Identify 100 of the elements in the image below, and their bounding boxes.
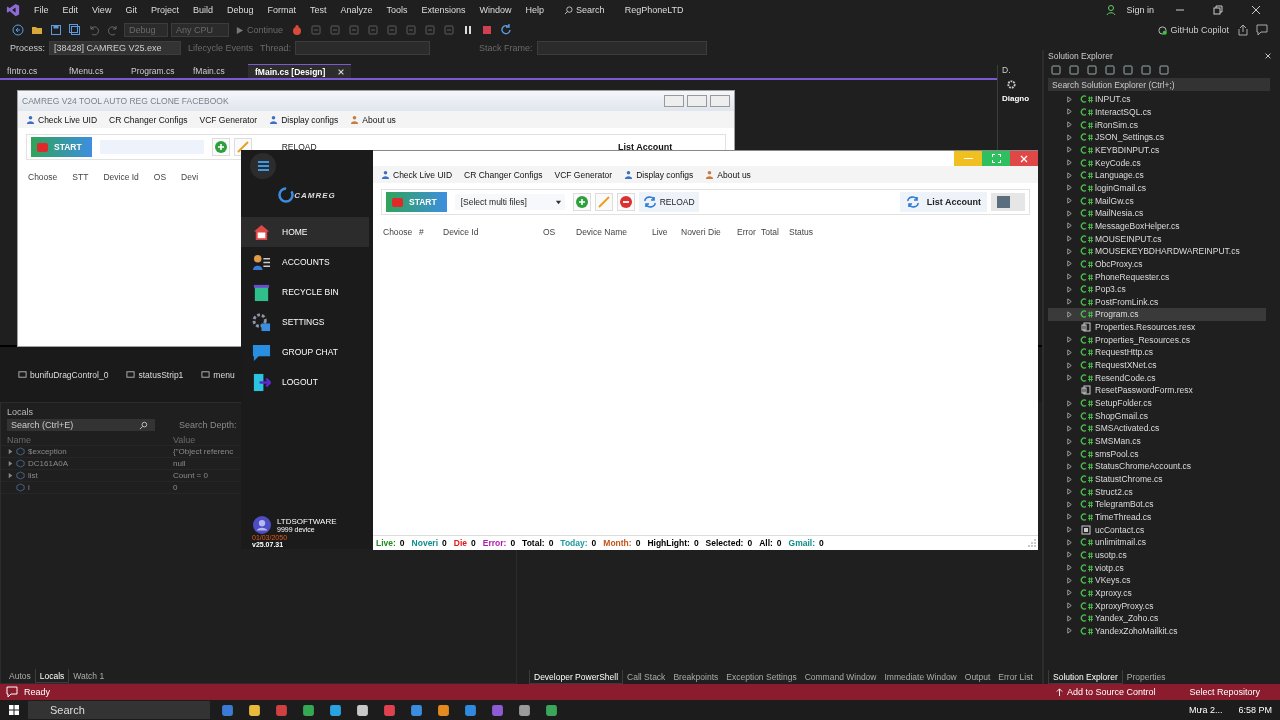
save-all-icon[interactable] [69, 24, 81, 36]
toolbar-tool-icon[interactable] [1050, 64, 1062, 76]
panel-tab[interactable]: Call Stack [623, 670, 670, 684]
file-item[interactable]: viotp.cs [1048, 561, 1266, 574]
file-item[interactable]: INPUT.cs [1048, 93, 1266, 106]
nav-item[interactable]: RECYCLE BIN [241, 277, 369, 307]
close-icon[interactable] [1251, 5, 1261, 15]
taskbar-search-field[interactable]: Search [28, 701, 210, 719]
panel-tab[interactable]: Breakpoints [669, 670, 723, 684]
taskbar-app-icon[interactable] [410, 703, 423, 717]
taskbar-app-icon[interactable] [437, 703, 450, 717]
panel-tab[interactable]: Watch 1 [69, 669, 109, 683]
search-field[interactable]: Search Solution Explorer (Ctrl+;) [1048, 78, 1270, 91]
file-item[interactable]: TelegramBot.cs [1048, 498, 1266, 511]
file-item[interactable]: iRonSim.cs [1048, 118, 1266, 131]
menubar-command[interactable]: Analyze [334, 5, 379, 15]
file-item[interactable]: SMSActivated.cs [1048, 422, 1266, 435]
diagnostics-tab[interactable]: D. [1002, 65, 1011, 75]
taskbar-app-icon[interactable] [518, 703, 531, 717]
file-item[interactable]: MailGw.cs [1048, 194, 1266, 207]
reload-button[interactable]: RELOAD [638, 192, 699, 212]
file-item[interactable]: RequestHttp.cs [1048, 346, 1266, 359]
close-icon[interactable] [337, 67, 346, 76]
file-item[interactable]: Properties_Resources.cs [1048, 333, 1266, 347]
menubar-command[interactable]: VCF Generator [199, 114, 258, 125]
file-item[interactable]: Properties.Resources.resx [1048, 320, 1266, 334]
nav-item[interactable]: ACCOUNTS [241, 247, 369, 277]
panel-tab[interactable]: Command Window [800, 670, 881, 684]
file-dropdown[interactable]: [Select multi files] [454, 194, 565, 210]
file-item[interactable]: MOUSEINPUT.cs [1048, 232, 1266, 245]
reload-button[interactable]: RELOAD [255, 142, 317, 152]
document-tab[interactable]: fMain.cs [Design] [248, 64, 352, 78]
panel-tab[interactable]: Immediate Window [880, 670, 961, 684]
menubar-command[interactable]: Display configs [624, 169, 694, 180]
file-item[interactable]: XproxyProxy.cs [1048, 599, 1266, 612]
file-item[interactable]: Xproxy.cs [1048, 586, 1266, 600]
nav-item[interactable]: HOME [241, 217, 369, 247]
taskbar-app-icon[interactable] [356, 703, 369, 717]
panel-tab[interactable]: Locals [34, 669, 70, 683]
panel-tab[interactable]: Error List [994, 670, 1037, 684]
component-item[interactable]: bunifuDragControl_0 [18, 369, 109, 380]
menubar-command[interactable]: View [86, 5, 118, 15]
file-item[interactable]: ResendCode.cs [1048, 371, 1266, 385]
list-account-button[interactable]: List Account [899, 192, 987, 212]
file-item[interactable]: StatusChromeAccount.cs [1048, 460, 1266, 473]
taskbar-app-icon[interactable] [329, 703, 342, 717]
file-item[interactable]: ShopGmail.cs [1048, 409, 1266, 423]
component-item[interactable]: statusStrip1 [126, 369, 184, 380]
close-icon[interactable] [1264, 52, 1272, 60]
file-item[interactable]: MOUSEKEYBDHARDWAREINPUT.cs [1048, 244, 1266, 258]
search-icon[interactable] [139, 420, 148, 430]
panel-tab[interactable]: Autos [5, 669, 35, 683]
add-icon[interactable] [572, 193, 591, 211]
redo-icon[interactable] [107, 24, 119, 36]
remove-icon[interactable] [616, 193, 635, 211]
file-item[interactable]: smsPool.cs [1048, 447, 1266, 461]
menubar-command[interactable]: CR Changer Configs [464, 169, 543, 180]
menubar-command[interactable]: File [28, 5, 55, 15]
menubar-command[interactable]: Build [186, 5, 219, 15]
file-item[interactable]: PostFromLink.cs [1048, 295, 1266, 309]
file-item[interactable]: Pop3.cs [1048, 282, 1266, 296]
menubar-command[interactable]: Edit [56, 5, 85, 15]
resize-grip-icon[interactable] [1028, 539, 1036, 547]
share-icon[interactable] [1237, 24, 1249, 36]
file-item[interactable]: Language.cs [1048, 168, 1266, 182]
menubar-command[interactable]: Check Live UID [26, 114, 98, 125]
save-icon[interactable] [50, 24, 62, 36]
document-tab[interactable]: Program.cs [124, 64, 186, 78]
file-item[interactable]: SMSMan.cs [1048, 434, 1266, 448]
close-button[interactable] [1010, 151, 1038, 166]
open-folder-icon[interactable] [31, 24, 43, 36]
file-item[interactable]: MailNesia.cs [1048, 206, 1266, 220]
menubar-command[interactable]: Test [304, 5, 333, 15]
restart-icon[interactable] [500, 24, 513, 36]
document-tab[interactable]: fMain.cs [186, 64, 248, 78]
list-account-button[interactable]: List Account [618, 142, 673, 152]
document-tab[interactable]: fIntro.cs [0, 64, 62, 78]
stop-icon[interactable] [481, 24, 494, 36]
menubar-command[interactable]: Tools [380, 5, 414, 15]
repository-button[interactable]: Select Repository [1189, 687, 1260, 697]
menubar-command[interactable]: Window [473, 5, 518, 15]
component-item[interactable]: menu [201, 369, 235, 380]
nav-item[interactable]: LOGOUT [241, 367, 369, 397]
file-item[interactable]: unlimitmail.cs [1048, 535, 1266, 549]
nav-item[interactable]: SETTINGS [241, 307, 369, 337]
panel-tab[interactable]: Properties [1122, 670, 1170, 684]
document-tab[interactable]: fMenu.cs [62, 64, 124, 78]
file-item[interactable]: ResetPasswordForm.resx [1048, 384, 1266, 397]
windows-start-icon[interactable] [8, 704, 20, 716]
menubar-command[interactable]: CR Changer Configs [109, 114, 188, 125]
toolbar-tool-icon[interactable] [1158, 64, 1170, 76]
feedback-icon[interactable] [1256, 24, 1268, 36]
panel-tab[interactable]: Exception Settings [722, 670, 801, 684]
menubar-command[interactable]: About us [350, 114, 396, 125]
file-item[interactable]: Struct2.cs [1048, 485, 1266, 498]
file-item[interactable]: TimeThread.cs [1048, 510, 1266, 524]
file-item[interactable]: SetupFolder.cs [1048, 396, 1266, 410]
toolbar-tool-icon[interactable] [1104, 64, 1116, 76]
taskbar-app-icon[interactable] [545, 703, 558, 717]
sign-in-button[interactable]: Sign in [1120, 5, 1160, 15]
